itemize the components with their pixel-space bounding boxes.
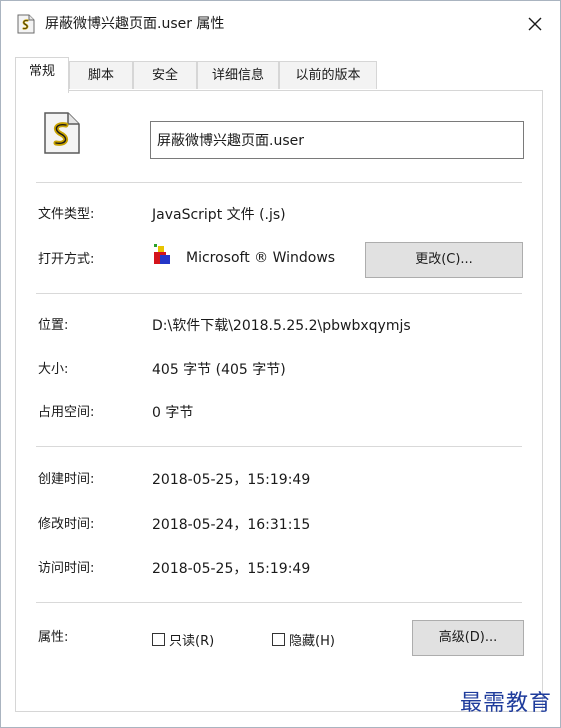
attributes-label: 属性: — [38, 630, 69, 645]
close-button[interactable] — [520, 9, 550, 39]
readonly-checkbox[interactable]: 只读(R) — [152, 629, 214, 649]
change-button[interactable]: 更改(C)... — [365, 242, 523, 278]
checkbox-box[interactable] — [272, 632, 285, 646]
accessed-label: 访问时间: — [38, 561, 95, 576]
watermark-text: 最需教育 — [459, 691, 552, 716]
size-value: 405 字节 (405 字节) — [152, 362, 286, 378]
properties-dialog: 屏蔽微博兴趣页面.user 属性 常规 脚本 安全 详细信息 以前的版本 文件类… — [0, 0, 561, 728]
modified-value: 2018-05-24，16:31:15 — [152, 517, 311, 533]
tab-details[interactable]: 详细信息 — [197, 61, 279, 89]
file-name-field[interactable] — [150, 121, 524, 159]
script-file-icon — [44, 112, 80, 154]
tab-security[interactable]: 安全 — [133, 61, 197, 89]
opens-with-value: Microsoft ® Windows — [186, 250, 336, 266]
size-on-disk-value: 0 字节 — [152, 405, 194, 421]
location-value: D:\软件下载\2018.5.25.2\pbwbxqymjs — [152, 318, 411, 334]
file-type-value: JavaScript 文件 (.js) — [152, 207, 286, 223]
checkbox-box[interactable] — [152, 632, 165, 646]
file-type-label: 文件类型: — [38, 207, 95, 222]
windows-script-host-icon — [154, 244, 170, 264]
separator — [36, 293, 522, 294]
separator — [36, 446, 522, 447]
script-file-icon — [17, 14, 35, 34]
separator — [36, 182, 522, 183]
tab-previous-versions[interactable]: 以前的版本 — [279, 61, 377, 89]
tab-strip: 常规 脚本 安全 详细信息 以前的版本 — [15, 57, 545, 93]
separator — [36, 602, 522, 603]
created-value: 2018-05-25，15:19:49 — [152, 472, 311, 488]
size-label: 大小: — [38, 362, 69, 377]
general-panel: 文件类型: JavaScript 文件 (.js) 打开方式: Microsof… — [15, 90, 543, 712]
hidden-label: 隐藏(H) — [289, 633, 335, 649]
tab-general[interactable]: 常规 — [15, 57, 69, 93]
modified-label: 修改时间: — [38, 517, 95, 532]
accessed-value: 2018-05-25，15:19:49 — [152, 561, 311, 577]
tab-script[interactable]: 脚本 — [69, 61, 133, 89]
advanced-button[interactable]: 高级(D)... — [412, 620, 524, 656]
size-on-disk-label: 占用空间: — [38, 405, 95, 420]
opens-with-label: 打开方式: — [38, 252, 95, 267]
title-bar: 屏蔽微博兴趣页面.user 属性 — [1, 1, 560, 47]
window-title: 屏蔽微博兴趣页面.user 属性 — [45, 16, 225, 32]
hidden-checkbox[interactable]: 隐藏(H) — [272, 629, 335, 649]
created-label: 创建时间: — [38, 472, 95, 487]
readonly-label: 只读(R) — [169, 633, 215, 649]
close-icon — [528, 17, 542, 31]
location-label: 位置: — [38, 318, 69, 333]
